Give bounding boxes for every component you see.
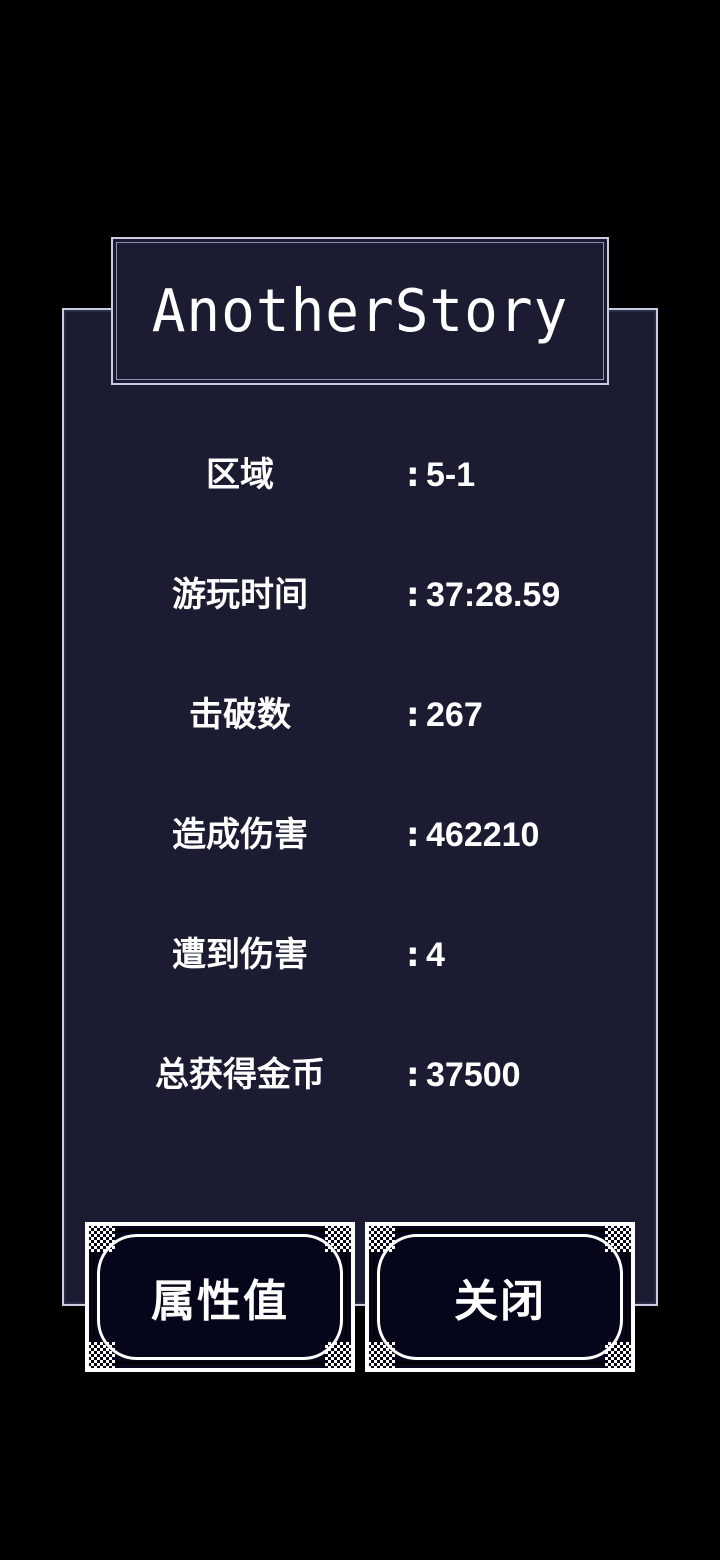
stat-value: 267 — [426, 696, 483, 734]
stat-colon: : — [406, 695, 420, 735]
close-button[interactable]: 关闭 — [365, 1222, 635, 1372]
stat-row-damage-taken: 遭到伤害 : 4 — [62, 925, 658, 985]
stat-label: 击破数 — [189, 695, 291, 735]
ornament-corner — [85, 1222, 115, 1252]
stat-colon: : — [406, 575, 420, 615]
stat-value: 5-1 — [426, 456, 476, 494]
stat-colon: : — [406, 935, 420, 975]
ornament-corner — [325, 1342, 355, 1372]
stat-row-area: 区域 : 5-1 — [62, 445, 658, 505]
ornament-corner — [605, 1342, 635, 1372]
stat-label: 造成伤害 — [172, 815, 308, 855]
ornament-corner — [85, 1342, 115, 1372]
close-button-label: 关闭 — [454, 1276, 546, 1327]
stat-colon: : — [406, 455, 420, 495]
game-title: AnotherStory — [151, 276, 569, 346]
stat-value: 462210 — [426, 816, 540, 854]
stat-label: 游玩时间 — [172, 575, 308, 615]
title-banner: AnotherStory — [111, 237, 609, 385]
stat-label: 区域 — [206, 455, 274, 495]
ornament-corner — [325, 1222, 355, 1252]
stat-label: 遭到伤害 — [172, 935, 308, 975]
stat-value: 37:28.59 — [426, 576, 561, 614]
stat-colon: : — [406, 1055, 420, 1095]
stat-row-kills: 击破数 : 267 — [62, 685, 658, 745]
stat-colon: : — [406, 815, 420, 855]
stat-row-total-gold: 总获得金币 : 37500 — [62, 1045, 658, 1105]
ornament-corner — [365, 1342, 395, 1372]
attributes-button-label: 属性值 — [151, 1276, 289, 1327]
ornament-corner — [605, 1222, 635, 1252]
ornament-corner — [365, 1222, 395, 1252]
stat-value: 37500 — [426, 1056, 521, 1094]
stat-value: 4 — [426, 936, 445, 974]
stat-row-playtime: 游玩时间 : 37:28.59 — [62, 565, 658, 625]
stat-row-damage-dealt: 造成伤害 : 462210 — [62, 805, 658, 865]
stat-label: 总获得金币 — [155, 1055, 325, 1095]
attributes-button[interactable]: 属性值 — [85, 1222, 355, 1372]
